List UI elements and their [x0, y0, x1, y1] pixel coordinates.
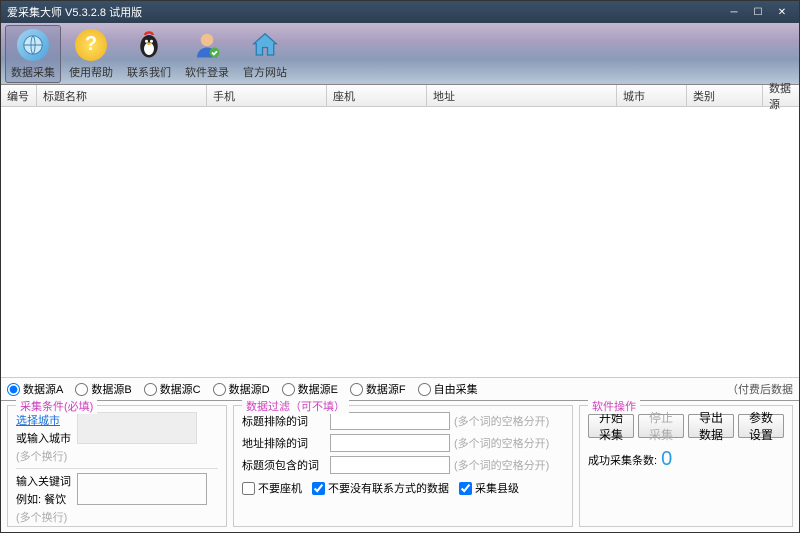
maximize-button[interactable]: ☐: [747, 5, 769, 19]
title-exclude-label: 标题排除的词: [242, 413, 326, 429]
addr-exclude-label: 地址排除的词: [242, 435, 326, 451]
toolbar-website[interactable]: 官方网站: [237, 25, 293, 83]
datasource-bar: 数据源A 数据源B 数据源C 数据源D 数据源E 数据源F 自由采集 （付费后数…: [1, 377, 799, 401]
title-include-label: 标题须包含的词: [242, 457, 326, 473]
source-d[interactable]: 数据源D: [213, 381, 270, 397]
keyword-example: 例如: 餐饮: [16, 491, 71, 507]
operations-fieldset: 软件操作 开始采集 停止采集 导出数据 参数设置 成功采集条数: 0: [579, 405, 793, 527]
cb-county[interactable]: 采集县级: [459, 480, 519, 496]
toolbar-label: 官方网站: [243, 64, 287, 80]
table-header: 编号 标题名称 手机 座机 地址 城市 类别 数据源: [1, 85, 799, 107]
filter-legend: 数据过滤（可不填）: [242, 398, 349, 414]
paid-note: （付费后数据: [727, 381, 793, 397]
export-button[interactable]: 导出数据: [688, 414, 734, 438]
table-body: [1, 107, 799, 377]
toolbar-login[interactable]: 软件登录: [179, 25, 235, 83]
settings-button[interactable]: 参数设置: [738, 414, 784, 438]
multi-line-hint: (多个换行): [16, 448, 71, 464]
title-include-input[interactable]: [330, 456, 450, 474]
input-keyword-label: 输入关键词: [16, 473, 71, 489]
success-count-label: 成功采集条数:: [588, 452, 657, 468]
toolbar-label: 软件登录: [185, 64, 229, 80]
stop-button[interactable]: 停止采集: [638, 414, 684, 438]
window-controls: ─ ☐ ✕: [723, 5, 793, 19]
filter-hint3: (多个词的空格分开): [454, 457, 549, 473]
app-title: 爱采集大师 V5.3.2.8 试用版: [7, 4, 142, 20]
conditions-fieldset: 采集条件(必填) 选择城市 或输入城市 (多个换行) 输入关键词 例如: 餐饮 …: [7, 405, 227, 527]
bottom-panel: 采集条件(必填) 选择城市 或输入城市 (多个换行) 输入关键词 例如: 餐饮 …: [1, 401, 799, 531]
toolbar-label: 数据采集: [11, 64, 55, 80]
minimize-button[interactable]: ─: [723, 5, 745, 19]
col-category[interactable]: 类别: [687, 85, 763, 106]
success-count-value: 0: [661, 448, 672, 471]
select-city-link[interactable]: 选择城市: [16, 412, 71, 428]
globe-icon: [17, 29, 49, 61]
city-preview-box: [77, 412, 197, 444]
filter-hint2: (多个词的空格分开): [454, 435, 549, 451]
col-landline[interactable]: 座机: [327, 85, 427, 106]
source-a[interactable]: 数据源A: [7, 381, 63, 397]
source-e[interactable]: 数据源E: [282, 381, 338, 397]
penguin-icon: [133, 29, 165, 61]
source-f[interactable]: 数据源F: [350, 381, 406, 397]
toolbar-label: 联系我们: [127, 64, 171, 80]
source-free[interactable]: 自由采集: [418, 381, 478, 397]
col-source[interactable]: 数据源: [763, 85, 799, 106]
filter-fieldset: 数据过滤（可不填） 标题排除的词 (多个词的空格分开) 地址排除的词 (多个词的…: [233, 405, 573, 527]
titlebar: 爱采集大师 V5.3.2.8 试用版 ─ ☐ ✕: [1, 1, 799, 23]
col-mobile[interactable]: 手机: [207, 85, 327, 106]
help-icon: ?: [75, 29, 107, 61]
col-city[interactable]: 城市: [617, 85, 687, 106]
home-icon: [249, 29, 281, 61]
col-title[interactable]: 标题名称: [37, 85, 207, 106]
or-input-city-label: 或输入城市: [16, 430, 71, 446]
start-button[interactable]: 开始采集: [588, 414, 634, 438]
close-button[interactable]: ✕: [771, 5, 793, 19]
filter-hint1: (多个词的空格分开): [454, 413, 549, 429]
col-id[interactable]: 编号: [1, 85, 37, 106]
cb-no-contact[interactable]: 不要没有联系方式的数据: [312, 480, 449, 496]
multi-line-hint2: (多个换行): [16, 509, 71, 525]
keyword-input[interactable]: [77, 473, 207, 505]
toolbar-collect[interactable]: 数据采集: [5, 25, 61, 83]
source-c[interactable]: 数据源C: [144, 381, 201, 397]
addr-exclude-input[interactable]: [330, 434, 450, 452]
ops-legend: 软件操作: [588, 398, 640, 414]
cb-no-landline[interactable]: 不要座机: [242, 480, 302, 496]
col-address[interactable]: 地址: [427, 85, 617, 106]
toolbar-label: 使用帮助: [69, 64, 113, 80]
toolbar-contact[interactable]: 联系我们: [121, 25, 177, 83]
title-exclude-input[interactable]: [330, 412, 450, 430]
user-login-icon: [191, 29, 223, 61]
main-toolbar: 数据采集 ? 使用帮助 联系我们 软件登录 官方网站: [1, 23, 799, 85]
toolbar-help[interactable]: ? 使用帮助: [63, 25, 119, 83]
conditions-legend: 采集条件(必填): [16, 398, 97, 414]
source-b[interactable]: 数据源B: [75, 381, 131, 397]
